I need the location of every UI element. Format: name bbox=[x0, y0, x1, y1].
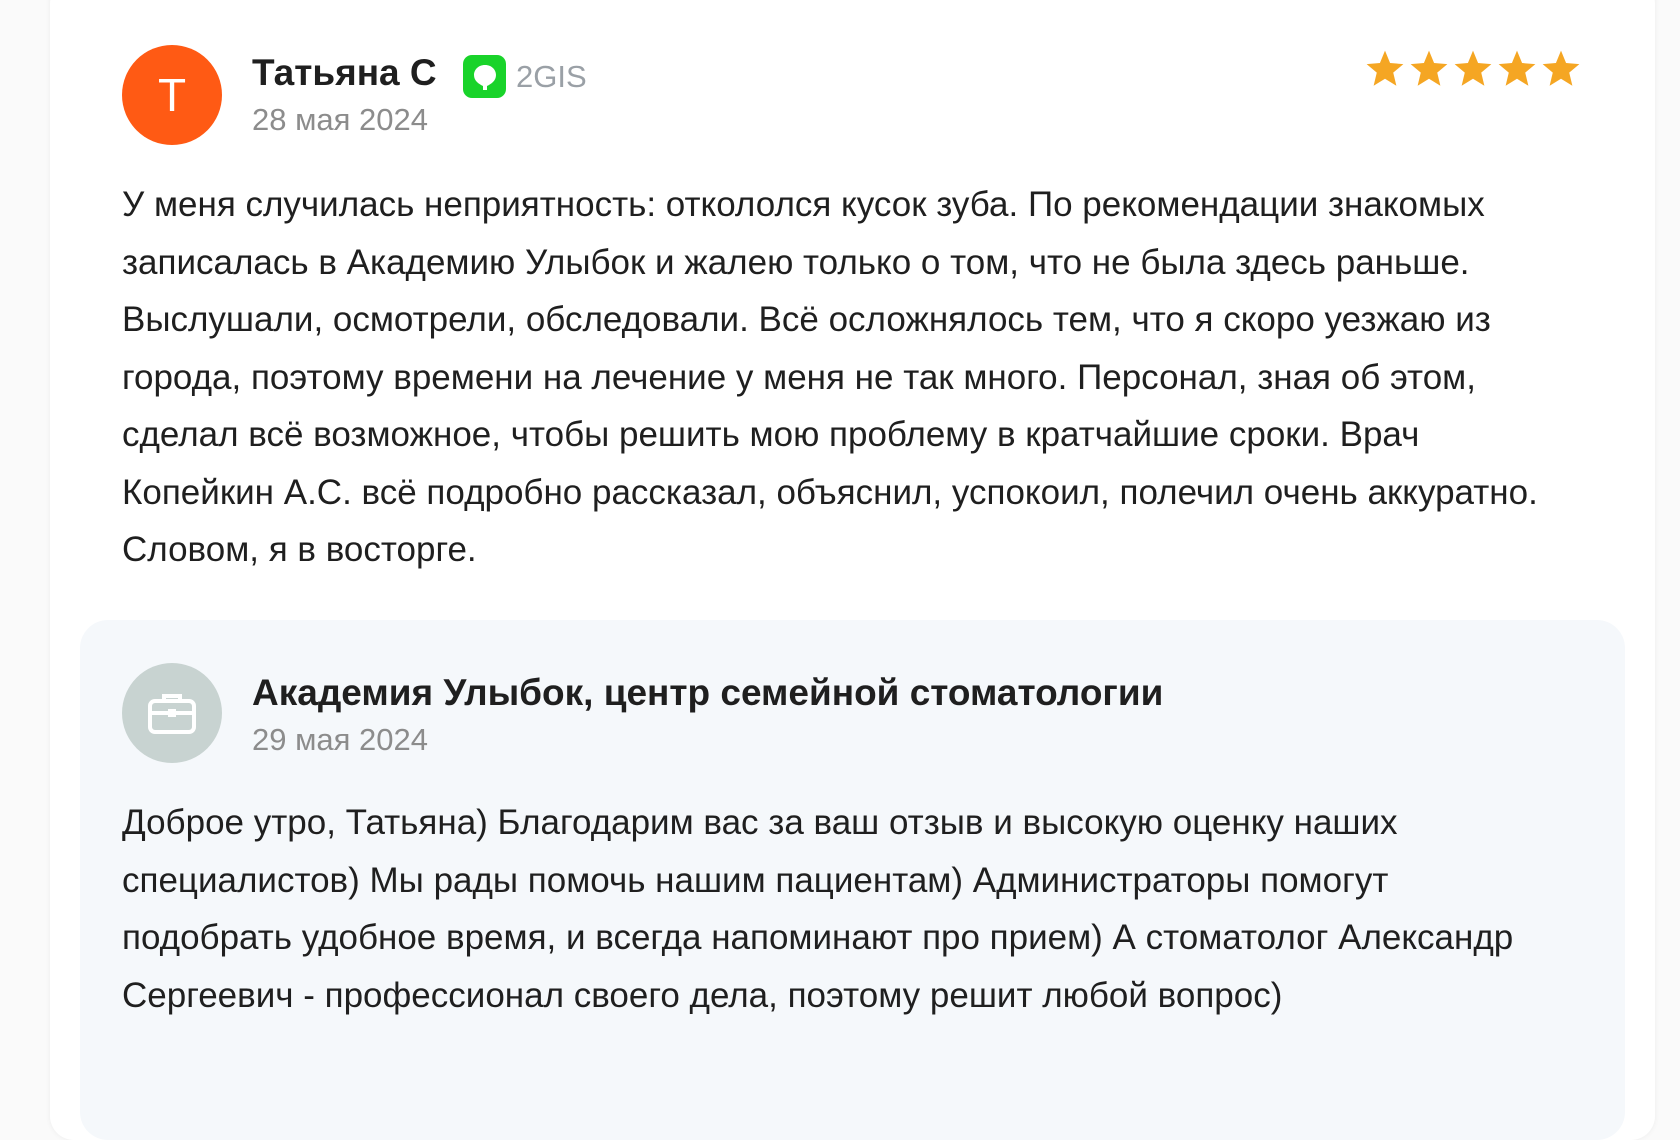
review-text: У меня случилась неприятность: откололся… bbox=[122, 185, 1538, 569]
reply-author-name: Академия Улыбок, центр семейной стоматол… bbox=[252, 672, 1164, 713]
source-label: 2GIS bbox=[516, 58, 587, 94]
avatar-letter: Т bbox=[157, 69, 187, 121]
user-avatar: Т bbox=[122, 45, 222, 145]
star-icon bbox=[1454, 50, 1492, 86]
2gis-logo-icon bbox=[463, 55, 506, 98]
star-icon bbox=[1366, 50, 1404, 86]
review-date: 28 мая 2024 bbox=[252, 102, 429, 137]
briefcase-icon bbox=[148, 694, 196, 734]
reply-text: Доброе утро, Татьяна) Благодарим вас за … bbox=[122, 803, 1514, 1015]
rating-stars bbox=[1364, 48, 1582, 90]
star-icon bbox=[1498, 50, 1536, 86]
review-source: 2GIS bbox=[463, 55, 587, 98]
review-author-name: Татьяна С bbox=[252, 52, 437, 93]
org-avatar bbox=[122, 663, 222, 763]
reply-date: 29 мая 2024 bbox=[252, 722, 429, 757]
star-icon bbox=[1542, 50, 1580, 86]
star-icon bbox=[1410, 50, 1448, 86]
